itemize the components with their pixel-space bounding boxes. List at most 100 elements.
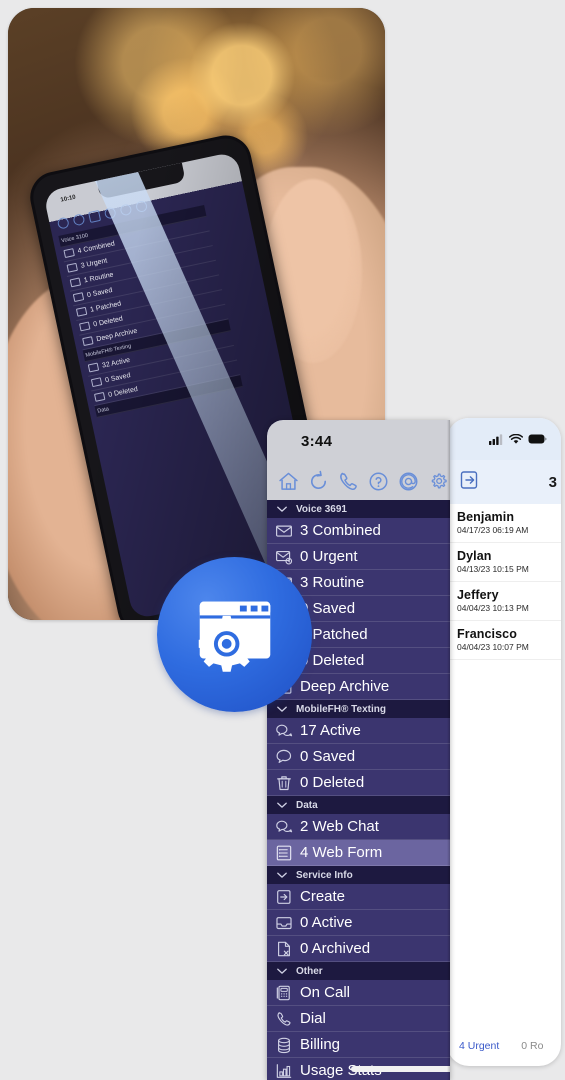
chat-icon [87, 362, 100, 373]
phone-icon [88, 210, 102, 224]
battery-icon [528, 434, 547, 444]
sidebar-section-label: Data [296, 799, 318, 811]
list-item[interactable]: Francisco 04/04/23 10:07 PM [447, 621, 561, 660]
cellular-signal-icon [489, 433, 504, 445]
sidebar-item-dial[interactable]: Dial [267, 1006, 450, 1032]
web-form-icon [275, 844, 293, 862]
sidebar-item-web-form[interactable]: 4 Web Form [267, 840, 450, 866]
list-item-label: 1 Routine [83, 270, 115, 284]
scrollbar-thumb[interactable] [351, 1066, 450, 1072]
phone-list-header-label: Data [96, 405, 110, 415]
urgent-count[interactable]: 4 Urgent [459, 1040, 499, 1052]
sidebar-item-on-call[interactable]: On Call [267, 980, 450, 1006]
sidebar-item-label: 3 Combined [300, 522, 381, 539]
chat-bubbles-icon [275, 818, 293, 836]
sidebar-item-active-service[interactable]: 0 Active [267, 910, 450, 936]
sidebar-section-header-service-info[interactable]: Service Info [267, 866, 450, 884]
sidebar-item-label: 0 Archived [300, 940, 371, 957]
chat-bubble-icon [275, 748, 293, 766]
chevron-down-icon [275, 702, 289, 716]
message-panel-status-bar [447, 418, 561, 460]
app-sidebar-panel: 3:44 Voice 3691 3 Combined 0 Urgent 3 Ro… [267, 420, 450, 1080]
web-settings-badge [157, 557, 312, 712]
sidebar-item-deleted-texting[interactable]: 0 Deleted [267, 770, 450, 796]
message-sender-name: Francisco [457, 627, 517, 641]
sidebar-item-label: 0 Urgent [300, 548, 358, 565]
list-item-label: 0 Saved [86, 286, 114, 299]
home-icon [56, 216, 70, 230]
list-item-label: 0 Deleted [107, 385, 139, 399]
phone-icon [275, 1010, 293, 1028]
question-circle-icon[interactable] [367, 470, 390, 493]
browser-window-gear-icon [186, 586, 284, 684]
sidebar-section-header-voice[interactable]: Voice 3691 [267, 500, 450, 518]
archive-icon [82, 336, 94, 347]
sidebar-item-active-texting[interactable]: 17 Active [267, 718, 450, 744]
sidebar-item-urgent[interactable]: 0 Urgent [267, 544, 450, 570]
at-sign-icon[interactable] [397, 470, 420, 493]
horizontal-scrollbar[interactable] [267, 1064, 450, 1074]
sidebar-item-label: 0 Saved [300, 748, 356, 765]
list-item[interactable]: Benjamin 04/17/23 06:19 AM [447, 504, 561, 543]
message-timestamp: 04/04/23 10:07 PM [457, 642, 529, 652]
sidebar-section-header-data[interactable]: Data [267, 796, 450, 814]
chat-outline-icon [90, 377, 103, 388]
list-item[interactable]: Jeffery 04/04/23 10:13 PM [447, 582, 561, 621]
sidebar-item-billing[interactable]: Billing [267, 1032, 450, 1058]
list-item[interactable]: Dylan 04/13/23 10:15 PM [447, 543, 561, 582]
sidebar-item-label: 0 Active [300, 914, 353, 931]
routine-count[interactable]: 0 Ro [521, 1040, 543, 1052]
sidebar-section-header-other[interactable]: Other [267, 962, 450, 980]
gear-icon[interactable] [427, 470, 450, 493]
coins-icon [275, 1036, 293, 1054]
message-sender-name: Jeffery [457, 588, 499, 602]
at-sign-icon [119, 203, 133, 217]
sidebar-item-saved-texting[interactable]: 0 Saved [267, 744, 450, 770]
envelope-icon [69, 277, 82, 288]
sidebar-item-label: On Call [300, 984, 351, 1001]
gear-icon [134, 200, 149, 214]
message-timestamp: 04/17/23 06:19 AM [457, 525, 529, 535]
list-item-label: 0 Deleted [92, 314, 124, 328]
sidebar-item-label: Create [300, 888, 346, 905]
list-item-label: 0 Saved [104, 371, 132, 384]
message-list: Benjamin 04/17/23 06:19 AM Dylan 04/13/2… [447, 504, 561, 660]
sidebar-item-archived[interactable]: 0 Archived [267, 936, 450, 962]
list-item-label: 1 Patched [89, 299, 122, 314]
envelope-icon [63, 248, 75, 259]
trash-icon [93, 391, 106, 402]
phone-icon [75, 306, 88, 317]
message-panel-toolbar: 3 [447, 460, 561, 504]
sidebar-section-label: Voice 3691 [296, 503, 347, 515]
wifi-icon [509, 433, 523, 445]
app-toolbar [267, 462, 450, 500]
envelope-urgent-icon [66, 262, 78, 273]
home-icon[interactable] [277, 470, 300, 493]
status-bar-time: 3:44 [301, 432, 333, 450]
create-arrow-icon [275, 888, 293, 906]
question-circle-icon [103, 206, 117, 220]
login-arrow-icon[interactable] [459, 469, 481, 496]
sidebar-item-label: 4 Web Form [300, 844, 383, 861]
message-sender-name: Benjamin [457, 510, 515, 524]
sidebar-item-label: Deep Archive [300, 678, 390, 695]
refresh-icon[interactable] [307, 470, 330, 493]
sidebar-item-web-chat[interactable]: 2 Web Chat [267, 814, 450, 840]
sidebar-section-label: Service Info [296, 869, 353, 881]
envelope-urgent-icon [275, 548, 293, 566]
sidebar-item-combined[interactable]: 3 Combined [267, 518, 450, 544]
sidebar-section-label: MobileFH® Texting [296, 703, 386, 715]
status-bar: 3:44 [267, 420, 450, 462]
chevron-down-icon [275, 964, 289, 978]
phone-icon[interactable] [337, 470, 360, 493]
sidebar-section-header-texting[interactable]: MobileFH® Texting [267, 700, 450, 718]
chat-bubbles-icon [275, 722, 293, 740]
sidebar-item-label: 3 Routine [300, 574, 365, 591]
message-sender-name: Dylan [457, 549, 492, 563]
message-panel-footer: 4 Urgent 0 Ro [447, 1040, 561, 1052]
sidebar-item-create[interactable]: Create [267, 884, 450, 910]
trash-icon [275, 774, 293, 792]
desk-phone-icon [275, 984, 293, 1002]
list-item-label: 32 Active [101, 356, 131, 370]
sidebar-item-label: Dial [300, 1010, 326, 1027]
